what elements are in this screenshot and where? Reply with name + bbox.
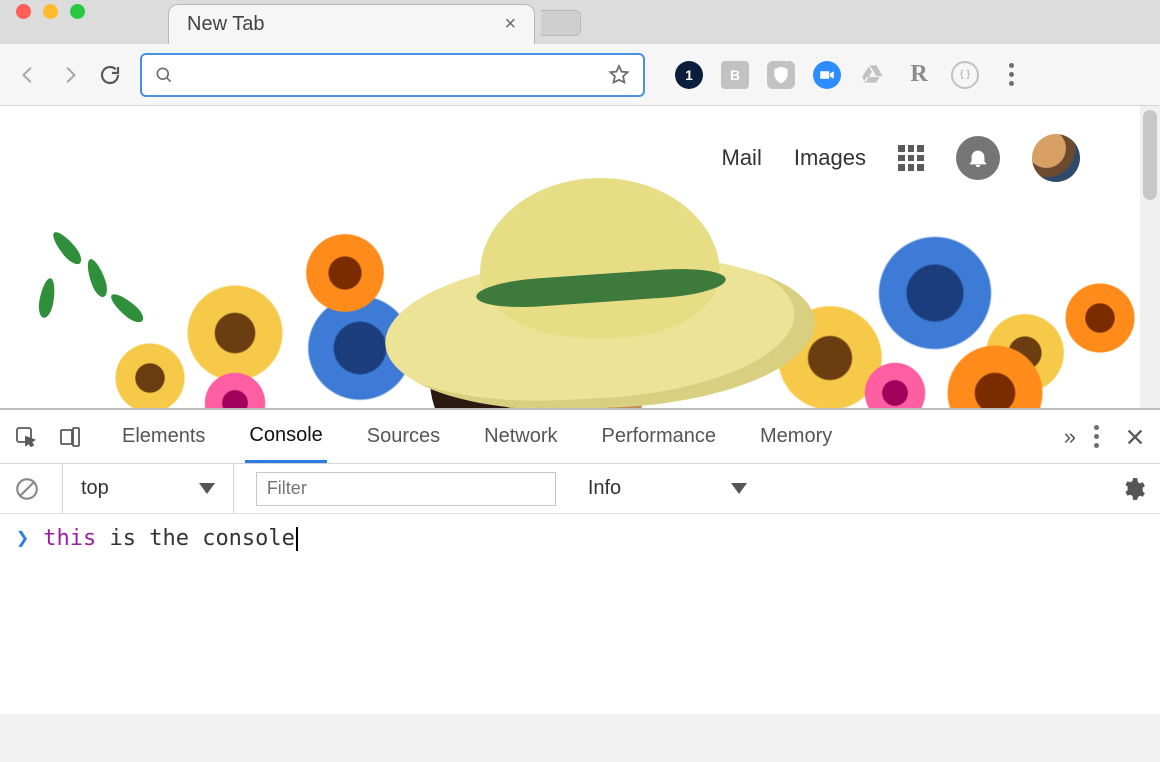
chevron-down-icon: [731, 483, 747, 494]
devtools-panel: Elements Console Sources Network Perform…: [0, 408, 1160, 714]
apps-grid-icon[interactable]: [898, 145, 924, 171]
omnibox-input[interactable]: [184, 64, 597, 85]
tab-title: New Tab: [187, 13, 264, 36]
console-input-area[interactable]: ❯ this is the console: [0, 514, 1160, 714]
tab-performance[interactable]: Performance: [598, 410, 721, 463]
bookmark-star-icon[interactable]: [607, 63, 631, 87]
maximize-window-button[interactable]: [70, 4, 85, 19]
extension-b-icon[interactable]: B: [721, 61, 749, 89]
extension-shield-icon[interactable]: [767, 61, 795, 89]
back-button[interactable]: [18, 64, 40, 86]
google-doodle[interactable]: [0, 188, 1140, 408]
inspect-element-icon[interactable]: [14, 425, 38, 449]
more-tabs-icon[interactable]: »: [1064, 424, 1070, 450]
extension-badge-icon[interactable]: 1: [675, 61, 703, 89]
close-window-button[interactable]: [16, 4, 31, 19]
page-content: Mail Images: [0, 106, 1140, 408]
window-controls: [16, 4, 85, 19]
context-selector[interactable]: top: [62, 464, 234, 513]
console-toolbar: top Info: [0, 464, 1160, 514]
google-bar: Mail Images: [722, 134, 1081, 182]
tab-memory[interactable]: Memory: [756, 410, 836, 463]
tab-sources[interactable]: Sources: [363, 410, 444, 463]
reload-button[interactable]: [98, 63, 122, 87]
console-prompt-icon: ❯: [16, 526, 29, 551]
close-tab-icon[interactable]: ×: [504, 13, 516, 36]
log-level-selector[interactable]: Info: [578, 477, 757, 500]
search-icon: [154, 65, 174, 85]
extension-drive-icon[interactable]: [859, 61, 887, 89]
page-viewport: Mail Images: [0, 106, 1160, 408]
browser-menu-button[interactable]: [1009, 63, 1015, 86]
tab-console[interactable]: Console: [245, 410, 326, 463]
extension-camera-icon[interactable]: [813, 61, 841, 89]
extension-r-icon[interactable]: R: [905, 61, 933, 89]
log-level-value: Info: [588, 477, 621, 500]
clear-console-icon[interactable]: [14, 476, 40, 502]
tab-strip: New Tab ×: [0, 0, 1160, 44]
tab-elements[interactable]: Elements: [118, 410, 209, 463]
device-toolbar-icon[interactable]: [58, 425, 82, 449]
mail-link[interactable]: Mail: [722, 145, 762, 171]
devtools-close-icon[interactable]: [1124, 426, 1146, 448]
notifications-bell-icon[interactable]: [956, 136, 1000, 180]
devtools-tabbar: Elements Console Sources Network Perform…: [0, 410, 1160, 464]
extension-braces-icon[interactable]: { }: [951, 61, 979, 89]
text-cursor: [296, 527, 298, 551]
browser-toolbar: 1 B R { }: [0, 44, 1160, 106]
scroll-thumb[interactable]: [1143, 110, 1157, 200]
page-scrollbar[interactable]: [1140, 106, 1160, 408]
console-input-text: this is the console: [43, 526, 298, 551]
console-settings-icon[interactable]: [1120, 476, 1146, 502]
console-filter-input[interactable]: [256, 472, 556, 506]
chevron-down-icon: [199, 483, 215, 494]
extension-icons: 1 B R { }: [675, 61, 979, 89]
browser-tab[interactable]: New Tab ×: [168, 4, 535, 44]
minimize-window-button[interactable]: [43, 4, 58, 19]
account-avatar[interactable]: [1032, 134, 1080, 182]
devtools-menu-icon[interactable]: [1094, 425, 1100, 448]
images-link[interactable]: Images: [794, 145, 866, 171]
address-bar[interactable]: [140, 53, 645, 97]
new-tab-button[interactable]: [541, 10, 581, 36]
context-value: top: [81, 477, 109, 500]
tab-network[interactable]: Network: [480, 410, 561, 463]
forward-button[interactable]: [58, 64, 80, 86]
